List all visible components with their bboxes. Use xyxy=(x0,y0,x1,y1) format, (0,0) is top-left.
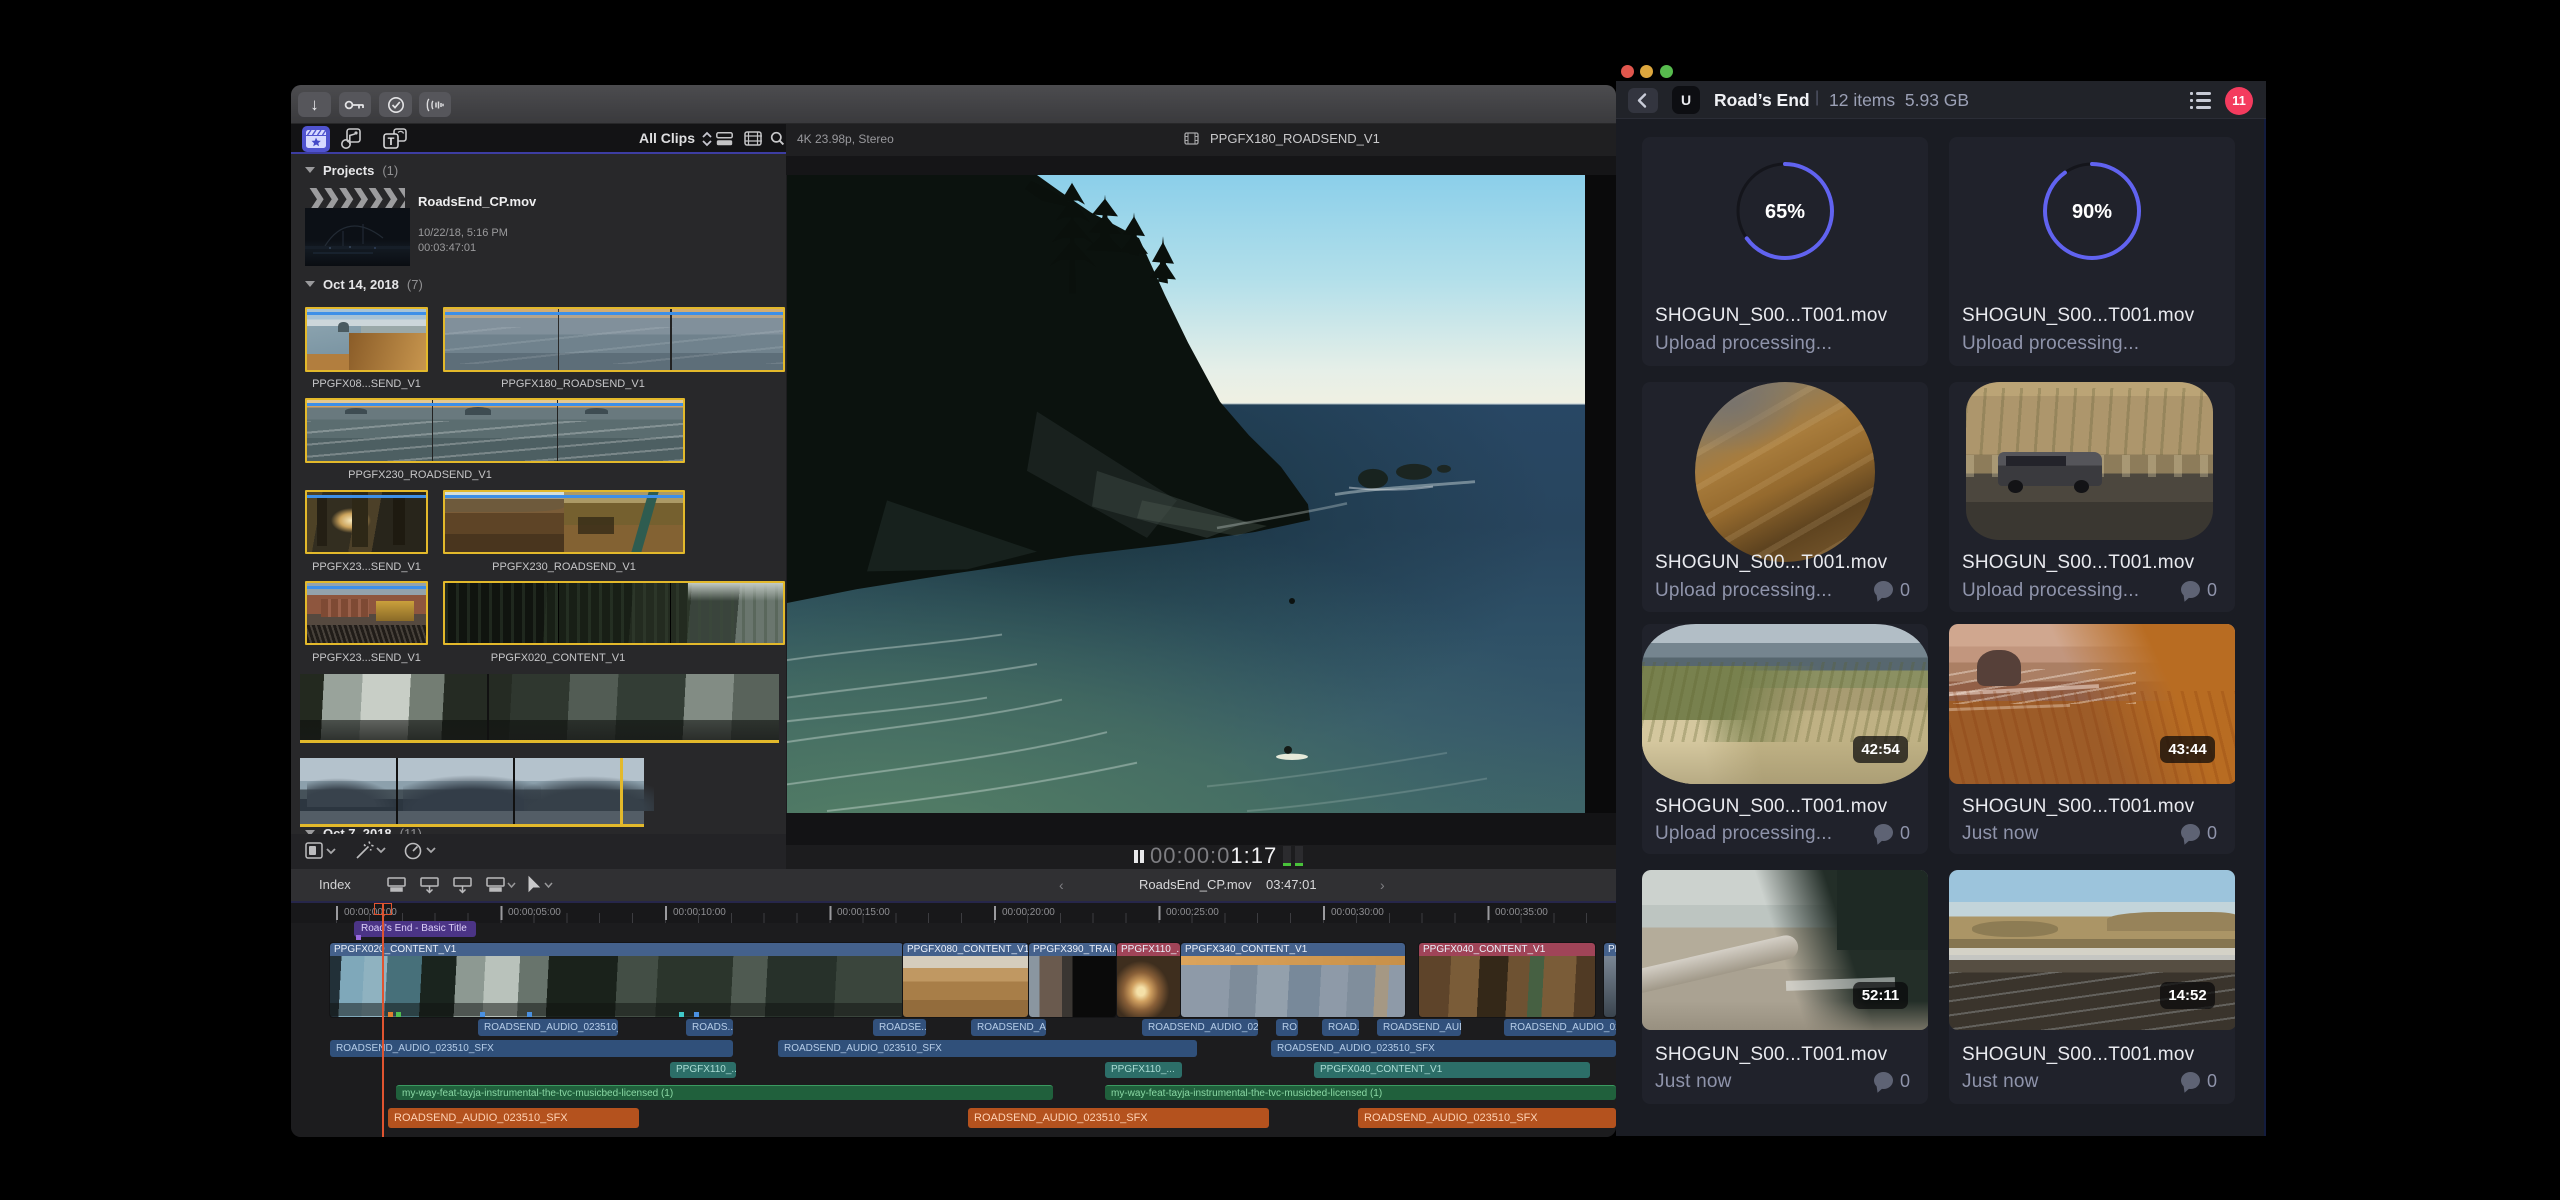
svg-text:65%: 65% xyxy=(1765,201,1805,223)
svg-text:90%: 90% xyxy=(2072,201,2112,223)
svg-text:T: T xyxy=(388,136,395,148)
